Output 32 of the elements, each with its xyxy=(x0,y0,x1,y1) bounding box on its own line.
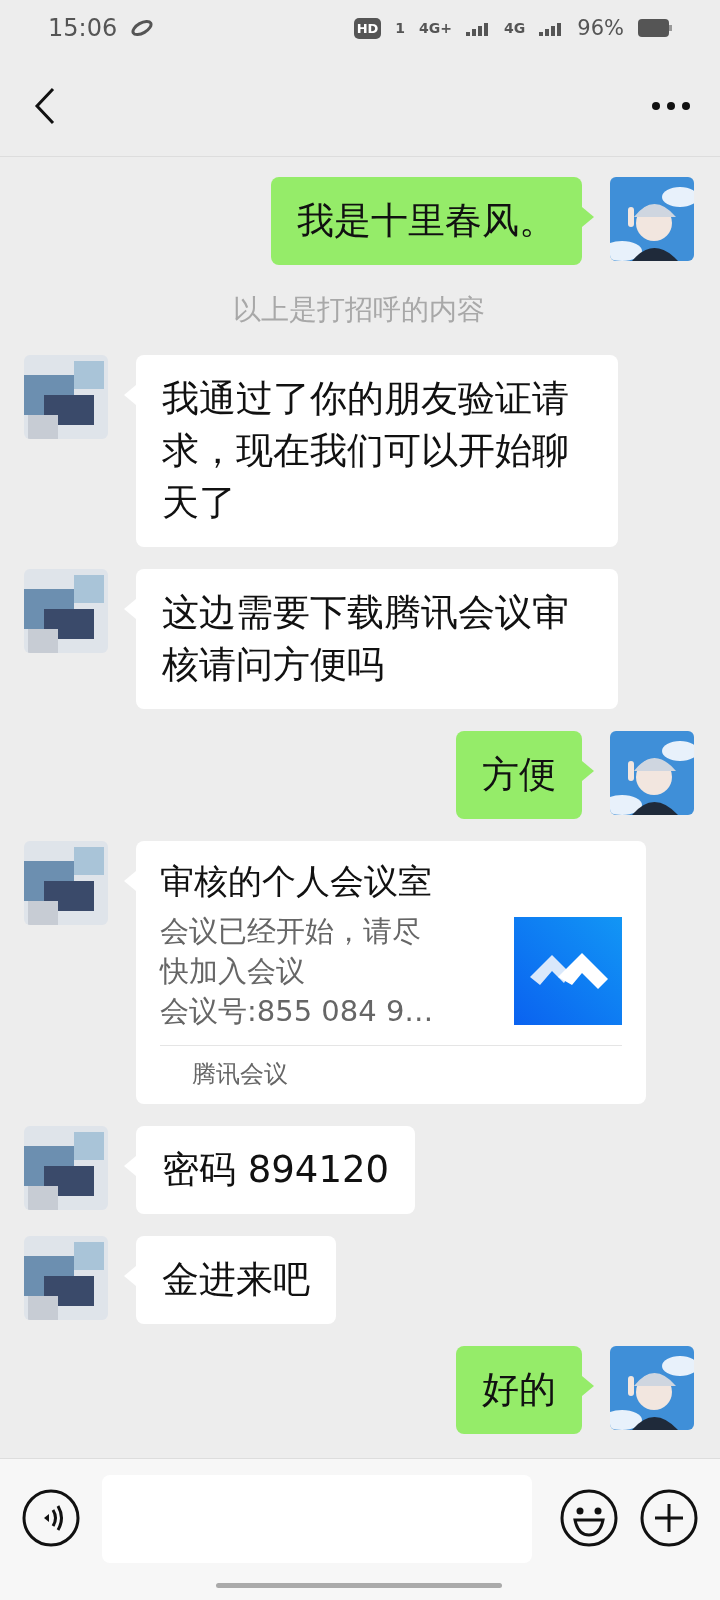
system-notice: 以上是打招呼的内容 xyxy=(233,292,485,328)
signal-icon xyxy=(466,20,491,36)
network-type: 4G+ xyxy=(419,20,453,36)
message-bubble: 金进来吧 xyxy=(136,1236,336,1324)
message-bubble: 密码 894120 xyxy=(136,1126,415,1214)
card-title: 审核的个人会议室 xyxy=(160,860,433,903)
emoji-icon[interactable] xyxy=(560,1489,618,1547)
network-type: 4G xyxy=(504,20,526,36)
meeting-card[interactable]: 审核的个人会议室 会议已经开始，请尽快加入会议 会议号:855 084 9… 腾讯会议 xyxy=(136,841,646,1104)
card-source: 腾讯会议 xyxy=(191,1059,289,1090)
status-time: 15:06 xyxy=(48,14,118,42)
signal-icon xyxy=(539,20,564,36)
voice-icon[interactable] xyxy=(22,1489,80,1547)
plus-icon[interactable] xyxy=(640,1489,698,1547)
meeting-number: 会议号:855 084 9… xyxy=(160,993,435,1030)
back-icon[interactable] xyxy=(34,87,56,125)
bubble-tail xyxy=(582,1376,594,1396)
message-bubble: 我是十里春风。 xyxy=(271,177,582,265)
meeting-app-icon xyxy=(514,917,622,1025)
message-bubble: 好的 xyxy=(456,1346,582,1434)
planet-icon xyxy=(131,19,154,37)
message-bubble: 这边需要下载腾讯会议审核请问方便吗 xyxy=(136,569,618,709)
battery-icon xyxy=(638,19,672,37)
message-bubble: 方便 xyxy=(456,731,582,819)
more-icon[interactable] xyxy=(652,102,690,110)
battery-level: 96% xyxy=(577,16,624,40)
message-bubble: 我通过了你的朋友验证请求，现在我们可以开始聊天了 xyxy=(136,355,618,547)
card-description: 会议已经开始，请尽快加入会议 xyxy=(160,913,422,990)
sim-number: 1 xyxy=(395,20,406,36)
bubble-tail xyxy=(582,207,594,227)
bubble-tail xyxy=(582,761,594,781)
hd-indicator: HD xyxy=(353,17,382,39)
